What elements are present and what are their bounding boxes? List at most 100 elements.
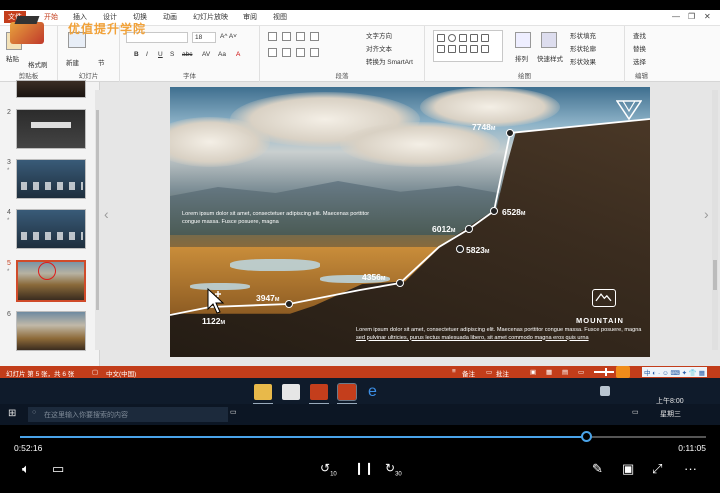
- bullets-icon[interactable]: [268, 32, 277, 41]
- italic-button[interactable]: I: [146, 51, 148, 58]
- font-size-box[interactable]: 18: [192, 32, 216, 43]
- align-text-button[interactable]: 对齐文本: [366, 43, 392, 53]
- replace-button[interactable]: 替换: [633, 43, 646, 53]
- slide-thumbnail-1[interactable]: [16, 80, 86, 98]
- align-center-icon[interactable]: [282, 48, 291, 57]
- reading-view-icon[interactable]: ▤: [562, 368, 568, 376]
- restore-icon[interactable]: ❐: [688, 12, 695, 21]
- rectangle-shape-icon[interactable]: [437, 34, 445, 42]
- outdent-icon[interactable]: [310, 32, 319, 41]
- font-color-button[interactable]: A: [236, 51, 240, 58]
- quick-styles-icon[interactable]: [541, 32, 557, 48]
- brace-shape-icon[interactable]: [448, 45, 456, 53]
- quick-styles-button[interactable]: 快速样式: [537, 53, 563, 63]
- text-direction-button[interactable]: 文字方向: [366, 30, 392, 40]
- skip-forward-button[interactable]: ↻30: [385, 461, 402, 477]
- tab-slideshow[interactable]: 幻灯片放映: [193, 12, 228, 22]
- tab-review[interactable]: 审阅: [243, 12, 257, 22]
- task-view-icon[interactable]: ▭: [230, 408, 237, 416]
- rounded-rect-shape-icon[interactable]: [437, 45, 445, 53]
- more-options-icon[interactable]: ···: [684, 461, 697, 476]
- spellcheck-icon[interactable]: ▢: [92, 368, 98, 376]
- normal-view-icon[interactable]: ▣: [530, 368, 536, 376]
- store-icon[interactable]: [282, 384, 300, 400]
- oval-shape-icon[interactable]: [448, 34, 456, 42]
- spacing-button[interactable]: AV: [202, 51, 210, 58]
- windows-start-icon[interactable]: ⊞: [8, 408, 16, 419]
- section-button[interactable]: 节: [98, 57, 105, 67]
- ime-toolbar[interactable]: 中 ◐ · ☺ ⌨ ✦ 👕 ▦: [642, 367, 707, 377]
- close-icon[interactable]: ✕: [704, 12, 711, 21]
- new-slide-button[interactable]: 新建: [66, 57, 79, 67]
- sogou-ime-icon[interactable]: [616, 366, 630, 378]
- comments-button[interactable]: 批注: [496, 368, 509, 378]
- fullscreen-icon[interactable]: ⤢: [652, 461, 662, 477]
- slide-thumbnail-3[interactable]: [16, 159, 86, 199]
- shadow-button[interactable]: S: [170, 51, 174, 58]
- grow-font-button[interactable]: A^ A˅: [220, 33, 237, 40]
- format-painter-button[interactable]: 格式刷: [28, 59, 48, 69]
- slide-thumbnail-5[interactable]: [16, 260, 86, 302]
- star-shape-icon[interactable]: [459, 45, 467, 53]
- seek-bar[interactable]: [20, 431, 706, 442]
- callout-shape-icon[interactable]: [481, 45, 489, 53]
- sorter-view-icon[interactable]: ▦: [546, 368, 552, 376]
- volume-icon[interactable]: 🔈︎: [22, 461, 30, 477]
- tab-view[interactable]: 视图: [273, 12, 287, 22]
- numbering-icon[interactable]: [282, 32, 291, 41]
- powerpoint-icon[interactable]: [310, 384, 328, 400]
- taskbar-search-box[interactable]: ○ 在这里输入你要搜索的内容: [28, 407, 228, 422]
- tray-icon[interactable]: [600, 386, 610, 396]
- find-button[interactable]: 查找: [633, 30, 646, 40]
- arrange-icon[interactable]: [515, 32, 531, 48]
- arrange-button[interactable]: 排列: [515, 53, 528, 63]
- edge-icon[interactable]: e: [368, 384, 386, 400]
- zoom-slider[interactable]: [594, 368, 614, 376]
- notification-icon[interactable]: ▭: [632, 408, 639, 416]
- canvas-scrollbar[interactable]: [712, 90, 718, 350]
- shape-effects-button[interactable]: 形状效果: [570, 56, 596, 66]
- justify-icon[interactable]: [310, 48, 319, 57]
- zoom-slider-knob[interactable]: [604, 368, 607, 376]
- canvas-scroll-thumb[interactable]: [713, 260, 717, 290]
- clock-time[interactable]: 上午8:00: [656, 396, 684, 406]
- strike-button[interactable]: abc: [182, 51, 192, 58]
- language-indicator[interactable]: 中文(中国): [106, 368, 136, 378]
- slideshow-view-icon[interactable]: ▭: [578, 368, 584, 376]
- thumbnail-scroll-thumb[interactable]: [96, 110, 99, 310]
- paste-button[interactable]: 粘贴: [6, 53, 19, 63]
- select-button[interactable]: 选择: [633, 56, 646, 66]
- clock-date[interactable]: 星期三: [660, 409, 681, 419]
- next-slide-arrow-icon[interactable]: ›: [704, 206, 709, 222]
- minimize-icon[interactable]: —: [672, 12, 680, 21]
- curve-shape-icon[interactable]: [470, 45, 478, 53]
- edit-pen-icon[interactable]: ✎: [592, 461, 603, 477]
- shape-outline-button[interactable]: 形状轮廓: [570, 43, 596, 53]
- align-right-icon[interactable]: [296, 48, 305, 57]
- line-shape-icon[interactable]: [459, 34, 467, 42]
- notes-button[interactable]: 备注: [462, 368, 475, 378]
- shape-fill-button[interactable]: 形状填充: [570, 30, 596, 40]
- slide-thumbnail-4[interactable]: [16, 209, 86, 249]
- prev-slide-arrow-icon[interactable]: ‹: [104, 206, 109, 222]
- pause-icon[interactable]: ❙❙: [354, 461, 374, 475]
- tab-animations[interactable]: 动画: [163, 12, 177, 22]
- smartart-button[interactable]: 转换为 SmartArt: [366, 56, 413, 66]
- seek-bar-knob[interactable]: [580, 431, 592, 442]
- skip-back-button[interactable]: ↺10: [320, 461, 337, 477]
- slide[interactable]: 7748M 6528M 6012M 5823M 4356M 3947M 1122…: [170, 87, 650, 357]
- file-explorer-icon[interactable]: [254, 384, 272, 400]
- indent-icon[interactable]: [296, 32, 305, 41]
- triangle-shape-icon[interactable]: [481, 34, 489, 42]
- bold-button[interactable]: B: [134, 51, 139, 58]
- underline-button[interactable]: U: [158, 51, 163, 58]
- notes-icon[interactable]: ≡: [452, 368, 456, 375]
- comments-icon[interactable]: ▭: [486, 368, 492, 376]
- case-button[interactable]: Aa: [218, 51, 226, 58]
- mini-view-icon[interactable]: ▣: [622, 461, 634, 477]
- align-left-icon[interactable]: [268, 48, 277, 57]
- slide-thumbnail-2[interactable]: [16, 109, 86, 149]
- subtitles-icon[interactable]: ▭: [52, 461, 64, 477]
- arrow-shape-icon[interactable]: [470, 34, 478, 42]
- shapes-gallery[interactable]: [433, 30, 503, 62]
